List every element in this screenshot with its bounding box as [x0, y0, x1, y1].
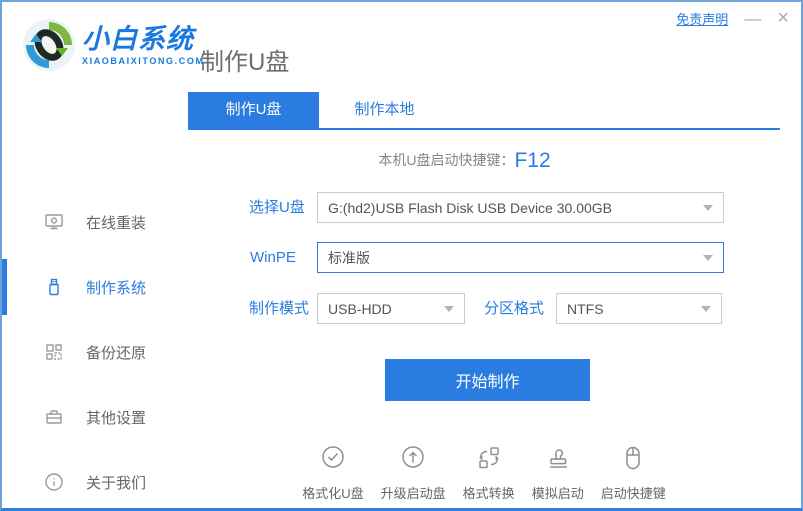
- tool-label: 升级启动盘: [380, 486, 446, 501]
- tool-boot-hotkey[interactable]: 启动快捷键: [601, 444, 666, 502]
- app-window: 免责声明 — × 小白系统 XIAOBAIXITONG.COM 制作U盘 在线重…: [0, 0, 803, 511]
- app-logo-icon: [22, 18, 76, 72]
- briefcase-icon: [44, 407, 64, 427]
- sidebar: 在线重装 制作系统 备份还原 其他设置 关于我们: [2, 92, 188, 508]
- winpe-select-value: 标准版: [328, 249, 370, 266]
- tool-label: 格式化U盘: [302, 486, 364, 501]
- disclaimer-link[interactable]: 免责声明: [676, 9, 728, 28]
- make-mode-label: 制作模式: [249, 300, 310, 317]
- make-mode-select[interactable]: USB-HDD: [317, 293, 465, 324]
- stamp-icon: [544, 444, 572, 477]
- tool-label: 启动快捷键: [600, 486, 666, 501]
- format-convert-icon: [475, 444, 503, 477]
- partition-format-select-value: NTFS: [567, 300, 604, 317]
- bottom-toolbar: 格式化U盘 升级启动盘 格式转换 模拟启动 启动快捷键: [188, 444, 780, 502]
- partition-format-label: 分区格式: [484, 300, 545, 317]
- tool-upgrade-boot-disk[interactable]: 升级启动盘: [381, 444, 446, 502]
- usb-drive-icon: [44, 277, 64, 297]
- chevron-down-icon: [701, 305, 711, 312]
- sidebar-item-label: 备份还原: [86, 344, 147, 362]
- usb-select-label: 选择U盘: [249, 199, 305, 216]
- sidebar-item-backup-restore[interactable]: 备份还原: [2, 323, 188, 381]
- page-title: 制作U盘: [200, 49, 290, 76]
- sidebar-item-label: 在线重装: [86, 214, 147, 232]
- sidebar-item-make-system[interactable]: 制作系统: [2, 258, 188, 316]
- monitor-icon: [44, 212, 64, 232]
- tab-make-local[interactable]: 制作本地: [319, 92, 450, 128]
- tool-label: 格式转换: [462, 486, 515, 501]
- chevron-down-icon: [703, 254, 713, 261]
- brand-block: 小白系统 XIAOBAIXITONG.COM: [82, 26, 205, 66]
- winpe-label: WinPE: [250, 249, 296, 266]
- titlebar-controls: 免责声明 — ×: [676, 8, 789, 28]
- tool-format-usb[interactable]: 格式化U盘: [302, 444, 364, 502]
- boot-hotkey-label: 本机U盘启动快捷键：: [378, 152, 515, 168]
- upgrade-arrow-circle-icon: [399, 444, 427, 477]
- minimize-icon[interactable]: —: [744, 10, 761, 27]
- sidebar-item-label: 关于我们: [86, 474, 147, 492]
- boot-hotkey-line: 本机U盘启动快捷键：F12: [188, 149, 741, 173]
- tab-make-usb[interactable]: 制作U盘: [188, 92, 319, 128]
- winpe-select[interactable]: 标准版: [317, 242, 724, 273]
- check-circle-icon: [319, 444, 347, 477]
- tool-simulate-boot[interactable]: 模拟启动: [532, 444, 584, 502]
- tool-label: 模拟启动: [531, 486, 584, 501]
- info-circle-icon: [44, 472, 64, 492]
- boot-hotkey-value: F12: [514, 149, 551, 172]
- brand-domain: XIAOBAIXITONG.COM: [82, 56, 205, 66]
- tab-bar: 制作U盘 制作本地: [188, 92, 780, 130]
- backup-grid-icon: [44, 342, 64, 362]
- sidebar-item-online-reinstall[interactable]: 在线重装: [2, 193, 188, 251]
- chevron-down-icon: [703, 204, 713, 211]
- sidebar-item-label: 制作系统: [86, 279, 147, 297]
- usb-drive-select[interactable]: G:(hd2)USB Flash Disk USB Device 30.00GB: [317, 192, 724, 223]
- sidebar-item-about-us[interactable]: 关于我们: [2, 453, 188, 508]
- brand-name: 小白系统: [82, 24, 194, 54]
- mouse-icon: [619, 444, 647, 477]
- tool-format-convert[interactable]: 格式转换: [463, 444, 515, 502]
- partition-format-select[interactable]: NTFS: [556, 293, 722, 324]
- start-make-button[interactable]: 开始制作: [385, 359, 590, 401]
- close-icon[interactable]: ×: [777, 8, 789, 28]
- main-content: 制作U盘 制作本地 本机U盘启动快捷键：F12 选择U盘 G:(hd2)USB …: [188, 92, 801, 508]
- sidebar-item-other-settings[interactable]: 其他设置: [2, 388, 188, 446]
- usb-drive-select-value: G:(hd2)USB Flash Disk USB Device 30.00GB: [328, 199, 612, 216]
- make-mode-select-value: USB-HDD: [328, 300, 392, 317]
- chevron-down-icon: [444, 305, 454, 312]
- sidebar-item-label: 其他设置: [86, 409, 147, 427]
